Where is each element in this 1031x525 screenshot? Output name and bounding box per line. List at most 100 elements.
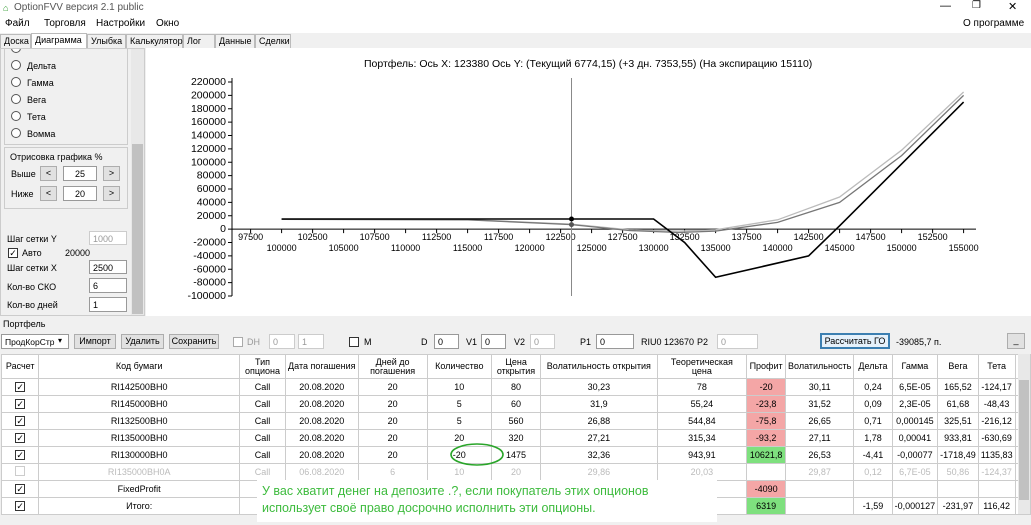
close-icon[interactable]: ✕ <box>1008 0 1017 13</box>
table-row[interactable]: ✓ RI142500BH0 Call 20.08.2020 20 10 80 30,23 78-… <box>0 378 1031 396</box>
checkbox-mark[interactable]: ✓ <box>15 416 26 426</box>
y-tick-label: -80000 <box>193 277 226 289</box>
total-profit: 6319 <box>746 497 787 515</box>
m-label: M <box>364 337 372 347</box>
row-checkbox[interactable] <box>0 463 40 481</box>
table-cell: 20 <box>357 446 428 464</box>
highlight-ellipse <box>450 443 504 466</box>
table-row[interactable]: ✓ RI130000BH0 Call 20.08.2020 20 -20 1475 32,36… <box>0 446 1031 464</box>
dh-b-input[interactable]: 1 <box>298 334 324 349</box>
table-cell: Call <box>238 429 287 447</box>
minimize-icon[interactable]: — <box>940 0 951 12</box>
table-row[interactable]: RI135000BH0A Call 06.08.2020 6 10 20 29,86 20,0… <box>0 463 1031 481</box>
minimize-panel-button[interactable]: _ <box>1007 333 1025 349</box>
table-row[interactable]: ✓ RI145000BH0 Call 20.08.2020 20 5 60 31,9 55,24… <box>0 395 1031 413</box>
chevron-down-icon[interactable]: ▾ <box>58 336 62 345</box>
row-checkbox[interactable]: ✓ <box>0 480 40 498</box>
tab-log[interactable]: Лог <box>183 34 215 48</box>
radio-vega[interactable] <box>11 94 21 104</box>
v1-input[interactable]: 0 <box>481 334 506 349</box>
column-header[interactable]: Волатильность <box>785 354 855 379</box>
column-header[interactable]: Гамма <box>891 354 939 379</box>
radio-delta[interactable] <box>11 60 21 70</box>
tab-data[interactable]: Данные <box>215 34 255 48</box>
maximize-icon[interactable]: ❐ <box>972 0 981 11</box>
row-checkbox[interactable]: ✓ <box>0 378 40 396</box>
checkbox-mark[interactable]: ✓ <box>15 399 26 409</box>
menu-file[interactable]: Файл <box>5 18 30 29</box>
above-decrease-button[interactable]: < <box>40 166 57 181</box>
column-header[interactable]: Количество <box>426 354 492 379</box>
tab-smile[interactable]: Улыбка <box>87 34 126 48</box>
row-checkbox[interactable]: ✓ <box>0 446 40 464</box>
column-header[interactable]: Дней до погашения <box>357 354 428 379</box>
table-cell: 27,21 <box>540 429 658 447</box>
left-scrollbar-thumb[interactable] <box>132 144 143 314</box>
tab-diagram[interactable]: Диаграмма <box>31 33 87 48</box>
column-header[interactable]: Цена открытия <box>490 354 542 379</box>
d-input[interactable]: 0 <box>434 334 459 349</box>
below-input[interactable]: 20 <box>63 186 97 201</box>
column-header[interactable]: Вега <box>937 354 979 379</box>
p1-input[interactable]: 0 <box>596 334 634 349</box>
row-checkbox[interactable]: ✓ <box>0 395 40 413</box>
column-header[interactable]: Дельта <box>853 354 893 379</box>
dh-a-input[interactable]: 0 <box>269 334 295 349</box>
dh-label: DH <box>247 337 260 347</box>
checkbox-mark[interactable]: ✓ <box>15 450 26 460</box>
tab-deals[interactable]: Сделки <box>255 34 291 48</box>
column-header[interactable]: Теоретическая цена <box>656 354 748 379</box>
m-checkbox[interactable] <box>349 337 359 347</box>
table-scrollbar-thumb[interactable] <box>1019 380 1029 500</box>
p2-input[interactable]: 0 <box>717 334 758 349</box>
column-header[interactable]: Дата погашения <box>285 354 359 379</box>
column-header[interactable]: Профит <box>746 354 787 379</box>
menu-window[interactable]: Окно <box>156 18 179 29</box>
table-cell: 315,34 <box>656 429 748 447</box>
import-button[interactable]: Импорт <box>74 334 116 349</box>
y-tick-label: 20000 <box>197 210 226 222</box>
step-x-input[interactable]: 2500 <box>89 260 127 274</box>
days-input[interactable]: 1 <box>89 297 127 312</box>
menu-settings[interactable]: Настройки <box>96 18 145 29</box>
radio-theta[interactable] <box>11 111 21 121</box>
d-label: D <box>421 337 428 347</box>
dh-checkbox[interactable] <box>233 337 243 347</box>
column-header[interactable]: Расчет <box>0 354 40 379</box>
menu-about[interactable]: О программе <box>963 18 1024 29</box>
delete-button[interactable]: Удалить <box>121 334 164 349</box>
table-cell: 20 <box>357 395 428 413</box>
above-input[interactable]: 25 <box>63 166 97 181</box>
row-checkbox[interactable]: ✓ <box>0 429 40 447</box>
table-cell[interactable]: 5 <box>426 412 492 430</box>
checkbox-mark[interactable]: ✓ <box>15 433 26 443</box>
table-cell: 26,53 <box>785 446 855 464</box>
calc-go-button[interactable]: Рассчитать ГО <box>820 333 890 349</box>
table-row[interactable]: ✓ RI135000BH0 Call 20.08.2020 20 20 320 27,21 31… <box>0 429 1031 447</box>
below-decrease-button[interactable]: < <box>40 186 57 201</box>
v2-input[interactable]: 0 <box>530 334 555 349</box>
column-header[interactable]: Тип опциона <box>238 354 287 379</box>
row-checkbox[interactable]: ✓ <box>0 497 40 515</box>
radio-gamma[interactable] <box>11 77 21 87</box>
below-increase-button[interactable]: > <box>103 186 120 201</box>
row-checkbox[interactable]: ✓ <box>0 412 40 430</box>
radio-vomma[interactable] <box>11 128 21 138</box>
save-button[interactable]: Сохранить <box>169 334 219 349</box>
tab-calculator[interactable]: Калькулятор <box>126 34 183 48</box>
table-row[interactable]: ✓ RI132500BH0 Call 20.08.2020 20 5 560 26,88 544… <box>0 412 1031 430</box>
sko-input[interactable]: 6 <box>89 278 127 293</box>
column-header[interactable]: Тета <box>977 354 1016 379</box>
table-cell[interactable]: 5 <box>426 395 492 413</box>
step-y-input[interactable]: 1000 <box>89 231 127 245</box>
column-header[interactable]: Волатильность открытия <box>540 354 658 379</box>
menu-trading[interactable]: Торговля <box>44 18 86 29</box>
table-cell: 31,9 <box>540 395 658 413</box>
column-header[interactable]: Код бумаги <box>38 354 240 379</box>
table-cell[interactable]: 10 <box>426 378 492 396</box>
checkbox-mark[interactable]: ✓ <box>15 382 26 392</box>
above-increase-button[interactable]: > <box>103 166 120 181</box>
checkbox-mark[interactable] <box>15 466 26 476</box>
auto-checkbox[interactable]: ✓ <box>8 248 18 258</box>
tab-board[interactable]: Доска <box>0 34 31 48</box>
